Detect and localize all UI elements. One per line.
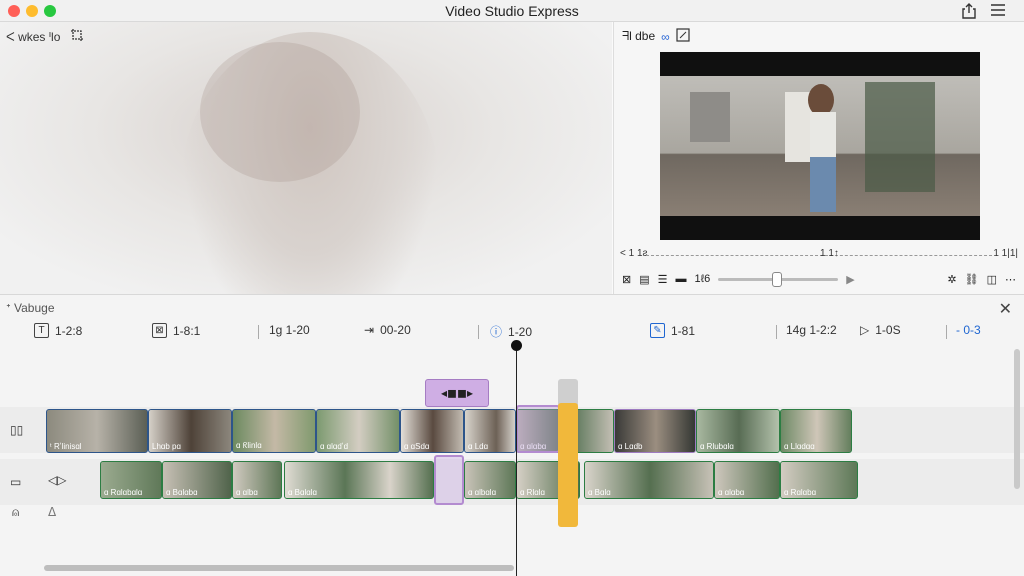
- marker-bar: T 1-2:8 ⊠ 1-8:1 1g 1-20 ⇥ 00-20 ⓘ 1-20 ✎ 1-81…: [30, 323, 1014, 343]
- play-icon[interactable]: ▶: [846, 273, 854, 286]
- link-icon[interactable]: ⛓: [965, 273, 979, 286]
- video-clip[interactable]: ɑ Rlubɑlɑ: [696, 409, 780, 453]
- speaker-icon[interactable]: ◁▷: [48, 473, 66, 487]
- video-clip[interactable]: ɑ ᖇlinlɑ: [232, 409, 316, 453]
- video-clip[interactable]: ɑ Bɑlɑbɑ: [162, 461, 232, 499]
- audio-mute-icon[interactable]: ᐃ: [48, 505, 56, 519]
- track-layout-icon[interactable]: ▯▯: [10, 423, 23, 437]
- preview-ruler[interactable]: < 1 1ƨ 1 1↑ 1 1|1|: [620, 248, 1018, 264]
- fullscreen-icon[interactable]: ◫: [987, 273, 997, 286]
- video-clip[interactable]: ɑ Lɑdb: [614, 409, 696, 453]
- ruler-mid-label: 1 1↑: [820, 248, 839, 259]
- playhead[interactable]: [516, 345, 517, 576]
- window-title: Video Studio Express: [445, 3, 579, 19]
- link-icon[interactable]: ∞: [661, 30, 670, 44]
- marker-item[interactable]: - 0-3: [956, 323, 981, 337]
- track-screen-icon[interactable]: ▭: [10, 475, 21, 489]
- video-clip[interactable]: ɑ ᒪdɑ: [464, 409, 516, 453]
- source-toolbar-label: ᐸ wkes ᑊlo: [6, 29, 61, 44]
- program-viewer: ᖷl dbe ∞ < 1 1ƨ 1 1↑ 1 1|1| ⊠ ▤ ☰ ▬ 1ℓ6 …: [613, 22, 1024, 294]
- video-clip[interactable]: Lhɑb pɑ: [148, 409, 232, 453]
- marker-item[interactable]: ⓘ 1-20: [490, 323, 532, 340]
- playhead-handle[interactable]: [511, 340, 522, 351]
- video-preview[interactable]: [660, 52, 980, 240]
- video-clip[interactable]: ɑ Bɑlɑlɑ: [284, 461, 434, 499]
- timeline-title: ᐩ Vabuge: [6, 301, 55, 315]
- preview-controls: ⊠ ▤ ☰ ▬ 1ℓ6 ▶ ✲ ⛓ ◫ ⋯: [622, 270, 1016, 288]
- timeline-panel[interactable]: ᐩ Vabuge ✕ T 1-2:8 ⊠ 1-8:1 1g 1-20 ⇥ 00-20 …: [0, 294, 1024, 576]
- marker-item[interactable]: ⇥ 00-20: [364, 323, 411, 337]
- video-clip[interactable]: ɑ ɑlbɑlɑ: [464, 461, 516, 499]
- program-toolbar: ᖷl dbe ∞: [622, 28, 690, 45]
- video-clip[interactable]: ɑ ɑlɑbɑ: [714, 461, 780, 499]
- marker-divider: [258, 325, 259, 339]
- info-icon: ⓘ: [490, 325, 503, 339]
- share-icon[interactable]: [962, 3, 976, 22]
- audio-track-icon[interactable]: ⍝: [12, 505, 19, 520]
- selection-highlight[interactable]: [516, 405, 560, 453]
- ruler-right-label: 1 1|1|: [993, 248, 1018, 259]
- layout-icon[interactable]: ▤: [639, 273, 649, 286]
- marker-divider: [776, 325, 777, 339]
- selection-highlight[interactable]: [434, 455, 464, 505]
- clip-tool-popup[interactable]: ◂◼◼▸: [425, 379, 489, 407]
- marker-item[interactable]: ✎ 1-81: [650, 323, 695, 338]
- zoom-slider[interactable]: [718, 271, 839, 287]
- video-clip[interactable]: ɑ Llɑdɑɑ: [780, 409, 852, 453]
- video-clip[interactable]: ᵗ Rʼlinisɑl: [46, 409, 148, 453]
- video-clip[interactable]: ɑ ɑlɑdʼd: [316, 409, 400, 453]
- program-toolbar-label: ᖷl dbe: [622, 29, 656, 43]
- in-out-handle[interactable]: [558, 379, 578, 405]
- list-icon[interactable]: [990, 3, 1006, 20]
- video-clip[interactable]: ɑ ɑSdɑ: [400, 409, 464, 453]
- marker-item[interactable]: 1g 1-20: [269, 323, 310, 337]
- in-out-range[interactable]: [558, 403, 578, 527]
- zoom-value: 1ℓ6: [694, 273, 711, 285]
- effects-icon[interactable]: ✲: [947, 273, 956, 286]
- marker-item[interactable]: ⊠ 1-8:1: [152, 323, 200, 338]
- marker-divider: [478, 325, 479, 339]
- source-viewer[interactable]: ᐸ wkes ᑊlo: [0, 22, 612, 294]
- marker-item[interactable]: T 1-2:8: [34, 323, 82, 338]
- crop-icon[interactable]: [676, 28, 690, 45]
- ruler-left-label: < 1 1ƨ: [620, 248, 648, 259]
- list-icon[interactable]: ☰: [658, 273, 668, 286]
- video-clip[interactable]: ɑ Rɑlɑbɑlɑ: [100, 461, 162, 499]
- marker-item[interactable]: ▷ 1-0S: [860, 323, 901, 337]
- crop-icon[interactable]: ⊠: [622, 273, 631, 286]
- vertical-scrollbar[interactable]: [1014, 349, 1020, 489]
- horizontal-scrollbar[interactable]: [44, 565, 514, 571]
- more-icon[interactable]: ⋯: [1005, 273, 1016, 286]
- crop-icon[interactable]: [70, 28, 84, 45]
- marker-divider: [946, 325, 947, 339]
- source-toolbar: ᐸ wkes ᑊlo: [6, 28, 84, 45]
- marker-item[interactable]: 14g 1-2:2: [786, 323, 837, 337]
- title-bar: Video Studio Express: [0, 0, 1024, 22]
- video-clip[interactable]: ɑ Rɑlɑbɑ: [780, 461, 858, 499]
- video-clip[interactable]: ɑ ɑlbɑ: [232, 461, 282, 499]
- flag-icon: ▷: [860, 323, 870, 337]
- jump-icon: ⇥: [364, 323, 375, 337]
- speaker-icon[interactable]: ▬: [676, 273, 687, 285]
- video-clip[interactable]: ɑ Bɑlɑ: [584, 461, 714, 499]
- close-icon[interactable]: ✕: [999, 299, 1012, 319]
